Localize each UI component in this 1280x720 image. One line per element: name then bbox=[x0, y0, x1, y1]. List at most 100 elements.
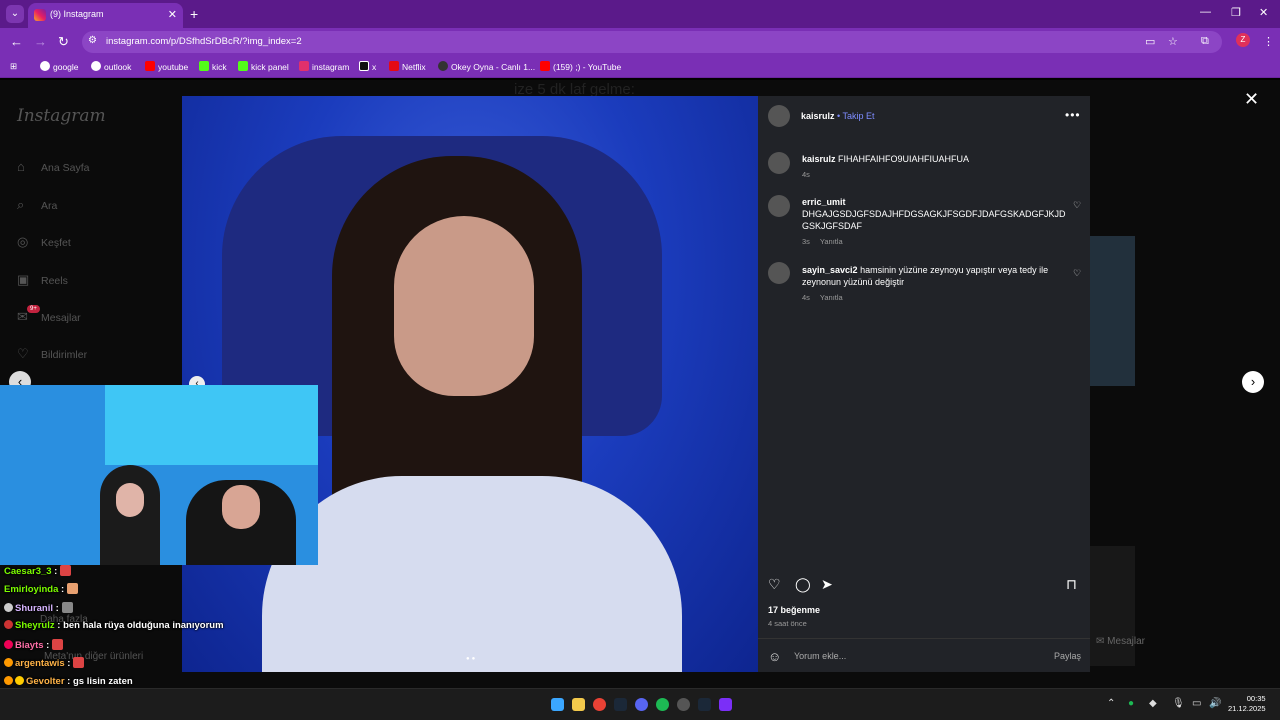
chrome-icon[interactable] bbox=[593, 698, 606, 711]
bookmark-kick[interactable]: kick bbox=[199, 61, 227, 72]
file-explorer-icon[interactable] bbox=[572, 698, 585, 711]
extensions-icon[interactable]: ⧉ bbox=[1201, 35, 1209, 48]
bookmark-star-icon[interactable]: ☆ bbox=[1168, 35, 1178, 48]
comment-avatar[interactable] bbox=[768, 262, 790, 284]
person-face bbox=[394, 216, 534, 396]
menu-icon[interactable]: ⋮ bbox=[1263, 35, 1274, 48]
comment-text: erric_umit DHGAJGSDJGFSDAJHFDGSAGKJFSGDFJ… bbox=[802, 197, 1066, 231]
comment-avatar[interactable] bbox=[768, 195, 790, 217]
tray-steam-icon[interactable]: ◆ bbox=[1149, 698, 1157, 709]
bookmark-x[interactable]: x bbox=[359, 61, 376, 72]
webcam-face-left bbox=[116, 483, 144, 517]
background-thumbnail bbox=[1090, 236, 1135, 386]
x-icon bbox=[359, 61, 369, 71]
post-comment-button[interactable]: Paylaş bbox=[1054, 651, 1081, 661]
bookmark-outlook[interactable]: outlook bbox=[91, 61, 131, 72]
bookmark-okey[interactable]: Okey Oyna - Canlı 1... bbox=[438, 61, 535, 72]
reels-icon: ▣ bbox=[17, 272, 30, 287]
messages-dock[interactable]: ✉ Mesajlar bbox=[1096, 636, 1145, 647]
app-icon[interactable] bbox=[719, 698, 732, 711]
sidebar-item-explore[interactable]: ◎ Keşfet bbox=[17, 234, 71, 250]
more-options-icon[interactable]: ••• bbox=[1065, 108, 1081, 122]
windows-taskbar: ⌃ ● ◆ 🎙 ▭ 🔊 00:35 21.12.2025 bbox=[0, 688, 1280, 720]
window-close-button[interactable]: ✕ bbox=[1259, 6, 1268, 19]
chat-message: Shuranil : bbox=[4, 602, 73, 614]
tab-bar: ⌄ (9) Instagram ✕ + — ❐ ✕ bbox=[0, 0, 1280, 28]
spotify-icon[interactable] bbox=[656, 698, 669, 711]
chat-message: Biayts : bbox=[4, 639, 64, 651]
comment-like-icon[interactable]: ♡ bbox=[1073, 200, 1081, 211]
apps-grid-icon[interactable]: ⊞ bbox=[10, 61, 17, 72]
sidebar-item-messages[interactable]: ✉ Mesajlar bbox=[17, 309, 81, 325]
volume-icon[interactable]: 🔊 bbox=[1209, 698, 1221, 709]
follow-button[interactable]: • Takip Et bbox=[837, 111, 875, 121]
instagram-logo: Instagram bbox=[17, 106, 106, 126]
comment-avatar[interactable] bbox=[768, 152, 790, 174]
cast-icon[interactable]: ▭ bbox=[1145, 35, 1155, 48]
save-icon[interactable]: ⊓ bbox=[1066, 576, 1077, 593]
tab-instagram[interactable]: (9) Instagram ✕ bbox=[28, 3, 183, 28]
sidebar-item-search[interactable]: ⌕ Ara bbox=[17, 197, 57, 213]
discord-icon[interactable] bbox=[635, 698, 648, 711]
reply-button[interactable]: Yanıtla bbox=[820, 237, 843, 246]
bookmark-youtube-159[interactable]: (159) ;) - YouTube bbox=[540, 61, 621, 72]
emote-icon bbox=[52, 639, 64, 650]
app-icon[interactable] bbox=[677, 698, 690, 711]
badge-icon bbox=[4, 640, 13, 649]
bookmark-instagram[interactable]: instagram bbox=[299, 61, 349, 72]
okey-icon bbox=[438, 61, 448, 71]
bookmark-google[interactable]: google bbox=[40, 61, 79, 72]
comment-like-icon[interactable]: ♡ bbox=[1073, 268, 1081, 279]
comment-input[interactable]: Yorum ekle... bbox=[794, 651, 846, 661]
steam-icon[interactable] bbox=[614, 698, 627, 711]
chat-message: Emirloyinda : bbox=[4, 583, 79, 595]
minimize-button[interactable]: — bbox=[1200, 6, 1211, 18]
next-post-button[interactable]: › bbox=[1242, 371, 1264, 393]
likes-count[interactable]: 17 beğenme bbox=[768, 605, 820, 615]
author-username[interactable]: kaisrulz bbox=[801, 111, 835, 121]
new-tab-button[interactable]: + bbox=[190, 6, 198, 22]
tray-spotify-icon[interactable]: ● bbox=[1128, 698, 1134, 709]
like-icon[interactable]: ♡ bbox=[768, 576, 781, 593]
steam-icon[interactable] bbox=[698, 698, 711, 711]
windows-start-icon[interactable] bbox=[551, 698, 564, 711]
home-icon: ⌂ bbox=[17, 159, 25, 174]
profile-avatar[interactable]: Z bbox=[1236, 33, 1250, 47]
tab-title: (9) Instagram bbox=[50, 9, 104, 19]
instagram-favicon-icon bbox=[34, 9, 46, 21]
bookmark-youtube[interactable]: youtube bbox=[145, 61, 188, 72]
sidebar-item-reels[interactable]: ▣ Reels bbox=[17, 272, 68, 288]
search-icon: ⌕ bbox=[17, 197, 25, 212]
youtube-icon bbox=[145, 61, 155, 71]
sidebar-item-notifications[interactable]: ♡ Bildirimler bbox=[17, 346, 87, 362]
reply-button[interactable]: Yanıtla bbox=[820, 293, 843, 302]
tray-chevron-icon[interactable]: ⌃ bbox=[1107, 698, 1115, 709]
sidebar-item-home[interactable]: ⌂ Ana Sayfa bbox=[17, 159, 89, 174]
back-button[interactable]: ← bbox=[10, 34, 23, 49]
author-avatar[interactable] bbox=[768, 105, 790, 127]
netflix-icon bbox=[389, 61, 399, 71]
bookmark-kick-panel[interactable]: kick panel bbox=[238, 61, 289, 72]
emote-icon bbox=[61, 602, 73, 613]
tab-search-button[interactable]: ⌄ bbox=[6, 5, 24, 23]
forward-button[interactable]: → bbox=[34, 34, 47, 49]
close-modal-icon[interactable]: ✕ bbox=[1244, 89, 1259, 110]
site-info-icon[interactable]: ⚙ bbox=[88, 35, 97, 46]
tab-close-icon[interactable]: ✕ bbox=[168, 8, 177, 21]
network-icon[interactable]: ▭ bbox=[1192, 698, 1201, 709]
emoji-icon[interactable]: ☺ bbox=[768, 649, 781, 664]
url-bar[interactable]: ⚙ instagram.com/p/DSfhdSrDBcR/?img_index… bbox=[82, 31, 1222, 53]
stream-webcam bbox=[0, 385, 318, 565]
url-text[interactable]: instagram.com/p/DSfhdSrDBcR/?img_index=2 bbox=[106, 36, 302, 47]
comment-icon[interactable]: ◯ bbox=[795, 576, 811, 593]
bookmark-netflix[interactable]: Netflix bbox=[389, 61, 426, 72]
system-clock[interactable]: 00:35 21.12.2025 bbox=[1228, 694, 1266, 714]
google-icon bbox=[40, 61, 50, 71]
reload-button[interactable]: ↻ bbox=[58, 34, 69, 50]
post-image: ‹ ●● bbox=[182, 96, 758, 672]
badge-icon bbox=[4, 658, 13, 667]
restore-button[interactable]: ❐ bbox=[1231, 6, 1241, 19]
share-icon[interactable]: ➤ bbox=[821, 576, 833, 593]
microphone-icon[interactable]: 🎙 bbox=[1172, 698, 1185, 709]
messenger-icon: ✉ bbox=[1096, 636, 1108, 647]
